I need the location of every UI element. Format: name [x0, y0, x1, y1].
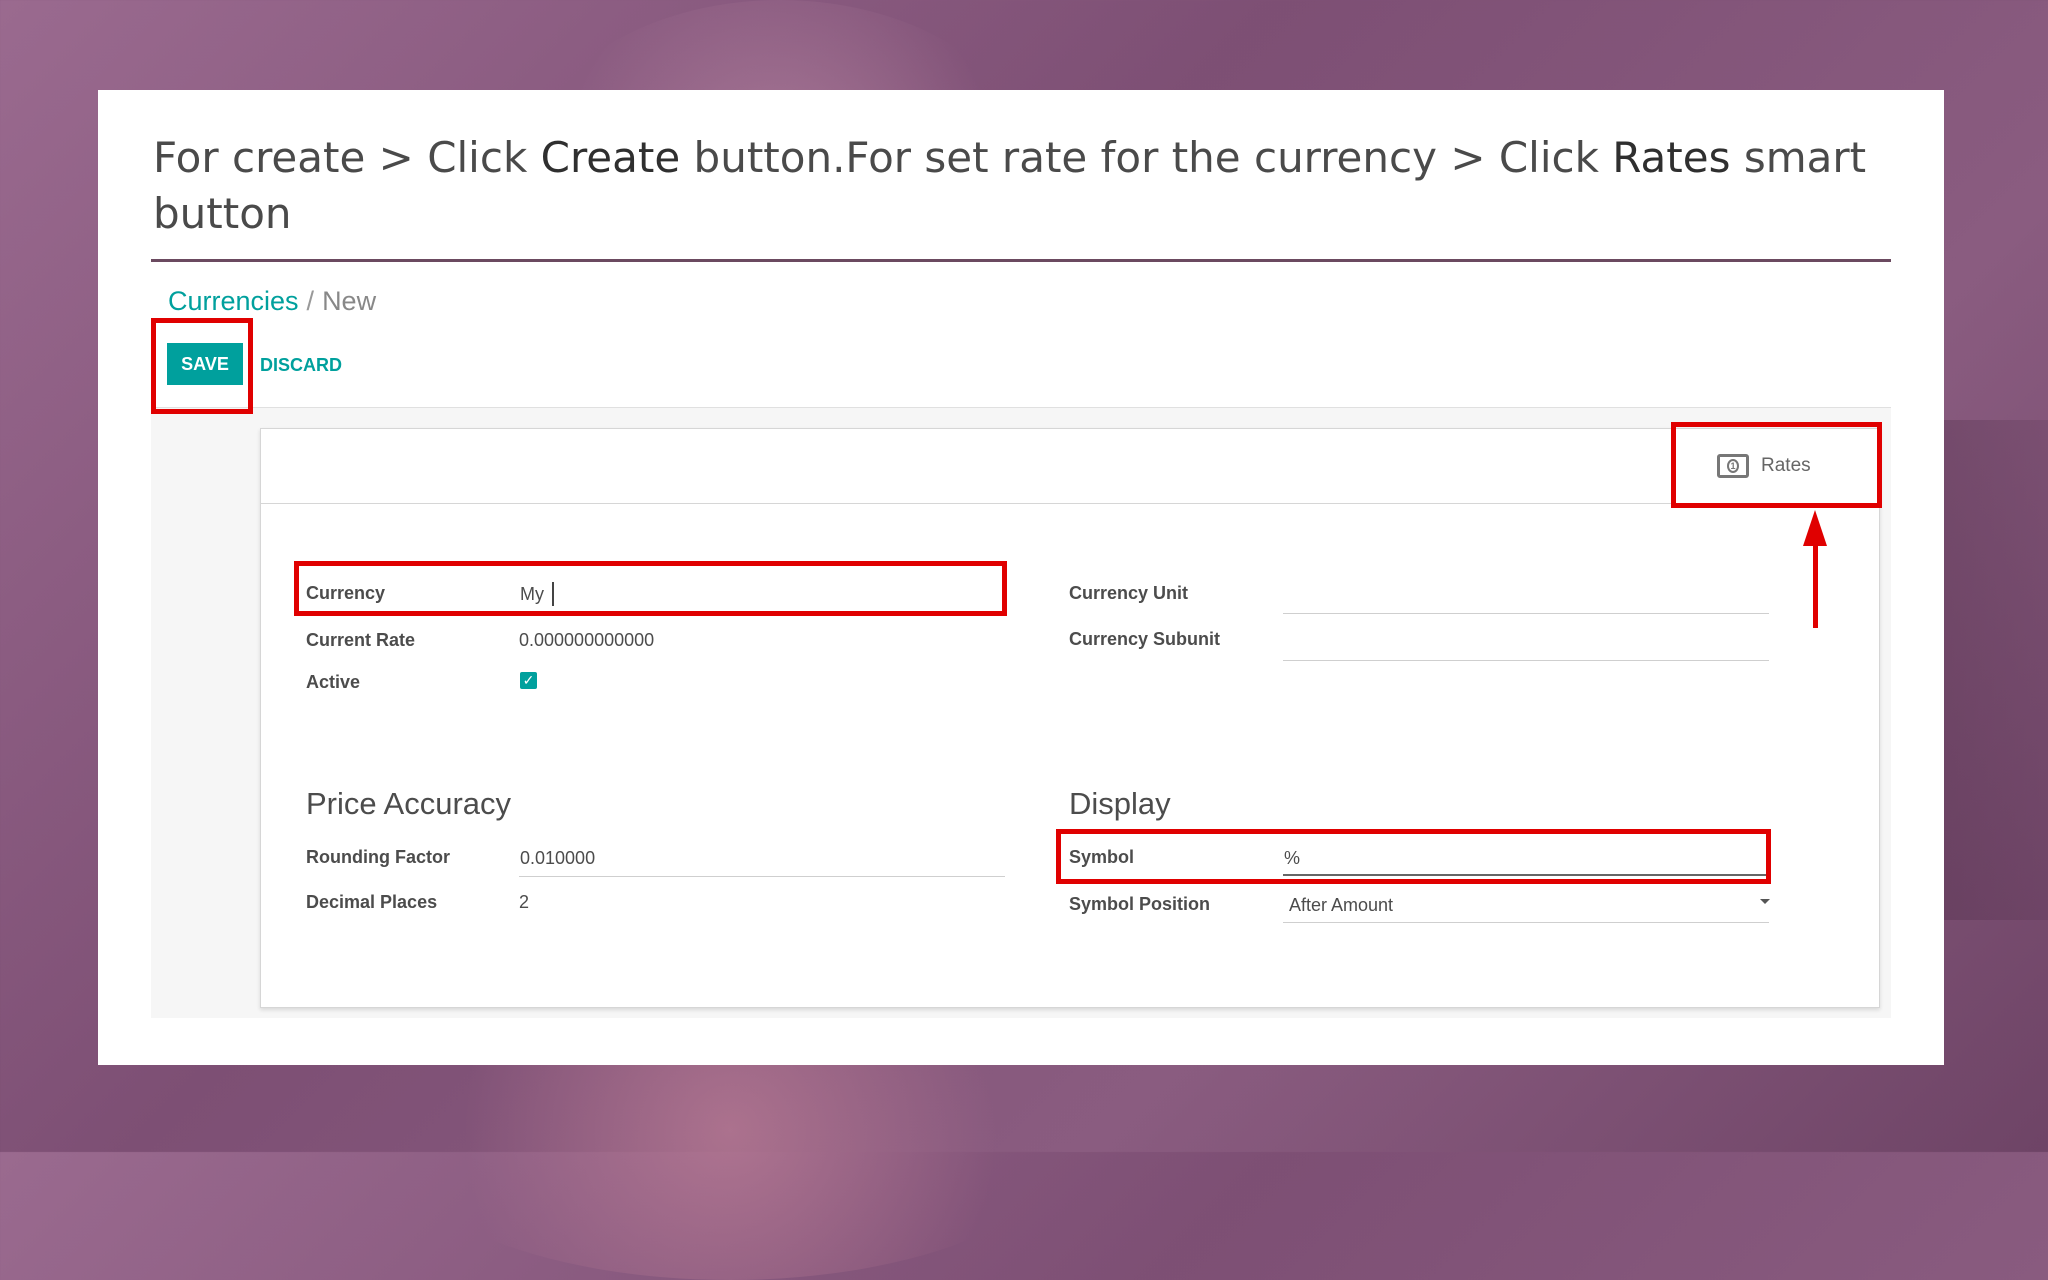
rounding-factor-input[interactable]: 0.010000 [520, 848, 595, 869]
instruction-bold: Rates [1612, 133, 1731, 182]
breadcrumb-current: New [322, 286, 377, 316]
instruction-heading: For create > Click Create button.For set… [153, 130, 1893, 242]
currency-unit-underline [1283, 613, 1769, 614]
form-sheet: 1 Rates [260, 428, 1880, 1008]
current-rate-value: 0.000000000000 [519, 630, 655, 650]
currency-subunit-label: Currency Subunit [1069, 629, 1221, 649]
active-label: Active [306, 672, 361, 692]
heading-divider [151, 259, 1891, 262]
breadcrumb-currencies-link[interactable]: Currencies [168, 286, 299, 316]
decimal-places-label: Decimal Places [306, 892, 438, 912]
instruction-bold: Create [540, 133, 681, 182]
decimal-places-value: 2 [519, 892, 530, 912]
active-checkbox[interactable]: ✓ [520, 672, 537, 689]
arrow-shaft [1813, 540, 1818, 628]
symbol-highlight-box [1056, 829, 1771, 884]
breadcrumb-separator: / [306, 286, 315, 316]
discard-button[interactable]: DISCARD [260, 355, 342, 376]
save-highlight-box [151, 318, 253, 414]
symbol-position-select[interactable]: After Amount [1289, 895, 1393, 916]
rounding-factor-label: Rounding Factor [306, 847, 450, 867]
currency-highlight-box [294, 561, 1007, 616]
rounding-factor-underline [519, 876, 1005, 877]
rates-highlight-box [1671, 422, 1882, 508]
symbol-position-label: Symbol Position [1069, 894, 1211, 914]
chevron-down-icon[interactable] [1760, 899, 1770, 904]
instruction-text: For create > Click [153, 133, 541, 182]
currency-subunit-underline [1283, 660, 1769, 661]
smart-button-box: 1 Rates [261, 429, 1879, 504]
symbol-position-underline [1283, 922, 1769, 923]
display-title: Display [1069, 786, 1171, 821]
instruction-text: button.For set rate for the currency > C… [680, 133, 1613, 182]
currency-unit-label: Currency Unit [1069, 583, 1189, 603]
breadcrumb: Currencies / New [168, 286, 376, 317]
price-accuracy-title: Price Accuracy [306, 786, 512, 821]
current-rate-label: Current Rate [306, 630, 416, 650]
